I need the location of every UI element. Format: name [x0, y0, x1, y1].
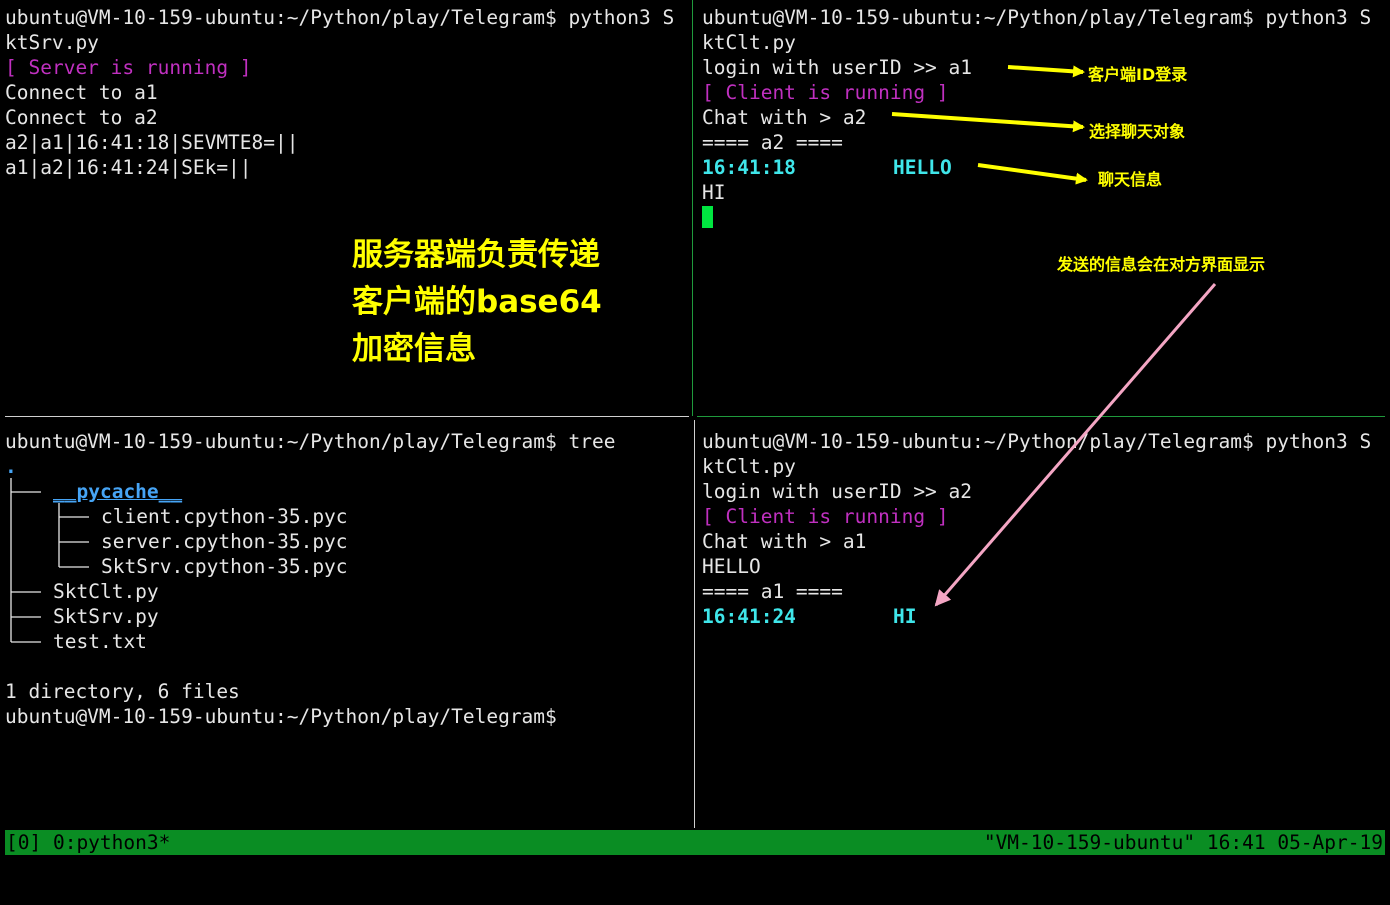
annotation-server-note-line: 服务器端负责传递: [352, 237, 600, 273]
chat-header-line: ==== a2 ====: [702, 131, 843, 154]
tree-summary: 1 directory, 6 files: [5, 680, 240, 703]
tree-file: test.txt: [53, 630, 147, 653]
tree-file: SktClt.py: [53, 580, 159, 603]
prompt-line-wrap: ktClt.py: [702, 31, 796, 54]
status-window-list[interactable]: [0] 0:python3*: [6, 830, 170, 855]
server-status-line: [ Server is running ]: [5, 56, 252, 79]
prompt-line: ubuntu@VM-10-159-ubuntu:~/Python/play/Te…: [5, 705, 557, 728]
tree-file: SktSrv.py: [53, 605, 159, 628]
terminal-cursor: [702, 206, 713, 228]
annotation-chat-target: 选择聊天对象: [1089, 122, 1186, 141]
tree-file: server.cpython-35.pyc: [101, 530, 348, 553]
output-line: login with userID >> a2: [702, 480, 973, 503]
output-line: a2|a1|16:41:18|SEVMTE8=||: [5, 131, 299, 154]
message-time: 16:41:24: [702, 605, 796, 628]
annotation-chat-message: 聊天信息: [1098, 170, 1163, 189]
output-line: login with userID >> a1: [702, 56, 973, 79]
output-line: Chat with > a1: [702, 530, 867, 553]
prompt-line: ubuntu@VM-10-159-ubuntu:~/Python/play/Te…: [5, 6, 675, 29]
annotation-login: 客户端ID登录: [1088, 65, 1188, 84]
chat-header-line: ==== a1 ====: [702, 580, 843, 603]
client-status-line: [ Client is running ]: [702, 81, 949, 104]
terminal-pane-client-a1[interactable]: ubuntu@VM-10-159-ubuntu:~/Python/play/Te…: [697, 0, 1390, 416]
terminal-pane-tree[interactable]: ubuntu@VM-10-159-ubuntu:~/Python/play/Te…: [0, 419, 692, 827]
terminal-pane-client-a2[interactable]: ubuntu@VM-10-159-ubuntu:~/Python/play/Te…: [697, 419, 1390, 827]
tree-file: client.cpython-35.pyc: [101, 505, 348, 528]
annotation-server-note-line: 客户端的base64: [352, 284, 602, 320]
annotation-server-note: 服务器端负责传递 客户端的base64 加密信息: [352, 232, 602, 373]
pane-divider-horizontal-active[interactable]: [697, 416, 1385, 417]
tmux-status-bar: [0] 0:python3* "VM-10-159-ubuntu" 16:41 …: [5, 830, 1385, 855]
prompt-line: ubuntu@VM-10-159-ubuntu:~/Python/play/Te…: [702, 6, 1372, 29]
prompt-line-wrap: ktSrv.py: [5, 31, 99, 54]
prompt-line-wrap: ktClt.py: [702, 455, 796, 478]
message-text: HELLO: [893, 156, 952, 179]
output-line: Connect to a2: [5, 106, 158, 129]
message-time: 16:41:18: [702, 156, 796, 179]
tree-file: SktSrv.cpython-35.pyc: [101, 555, 348, 578]
annotation-sent-shown: 发送的信息会在对方界面显示: [1057, 255, 1266, 274]
pane-divider-horizontal[interactable]: [5, 416, 689, 417]
message-text: HI: [893, 605, 917, 628]
client-status-line: [ Client is running ]: [702, 505, 949, 528]
output-line: HELLO: [702, 555, 761, 578]
pane-divider-vertical[interactable]: [694, 420, 695, 828]
pane-divider-vertical-active[interactable]: [692, 0, 693, 416]
input-line: HI: [702, 181, 726, 204]
status-host-clock: "VM-10-159-ubuntu" 16:41 05-Apr-19: [983, 831, 1383, 854]
output-line: Connect to a1: [5, 81, 158, 104]
prompt-line: ubuntu@VM-10-159-ubuntu:~/Python/play/Te…: [702, 430, 1372, 453]
output-line: Chat with > a2: [702, 106, 867, 129]
tree-directory: __pycache__: [53, 480, 183, 503]
output-line: a1|a2|16:41:24|SEk=||: [5, 156, 252, 179]
annotation-server-note-line: 加密信息: [352, 331, 476, 367]
